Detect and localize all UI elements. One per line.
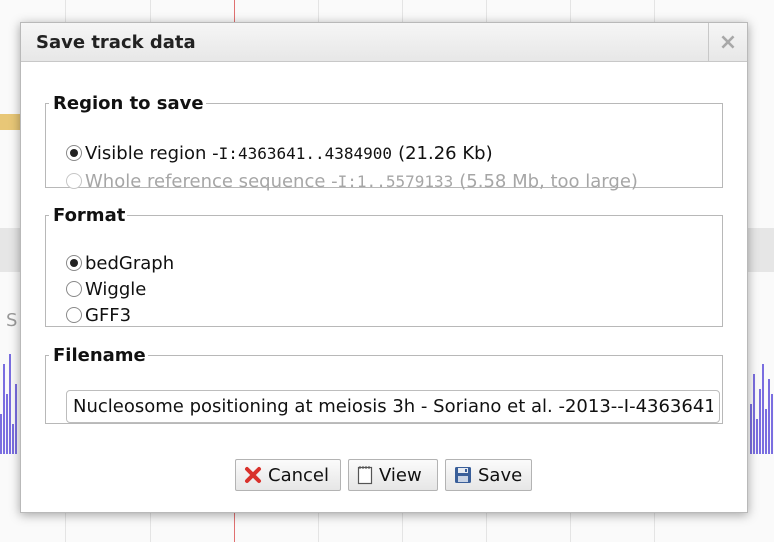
track-label-fragment: S <box>6 310 18 331</box>
region-size: (21.26 Kb) <box>398 142 493 164</box>
region-legend: Region to save <box>53 93 204 114</box>
dialog-titlebar: Save track data × <box>21 23 747 62</box>
filename-legend: Filename <box>53 345 146 366</box>
radio-button[interactable] <box>66 255 82 271</box>
radio-gff3[interactable]: GFF3 <box>66 302 131 328</box>
close-button[interactable]: × <box>708 23 747 61</box>
locus-text: I:1..5579133 <box>337 171 454 191</box>
cancel-icon <box>244 466 262 484</box>
filename-input[interactable] <box>66 390 720 423</box>
filename-fieldset: Filename <box>45 345 723 424</box>
format-legend: Format <box>53 205 126 226</box>
save-track-dialog: Save track data × Region to save Visible… <box>20 22 748 513</box>
option-label: bedGraph <box>85 252 175 274</box>
option-label: Visible region - <box>85 142 219 164</box>
floppy-disk-icon <box>454 466 472 484</box>
region-size: (5.58 Mb, too large) <box>459 170 638 192</box>
radio-whole-reference[interactable]: Whole reference sequence - I:1..5579133 … <box>66 168 638 194</box>
feature-block <box>0 114 22 130</box>
option-label: Wiggle <box>85 278 147 300</box>
dialog-title: Save track data <box>36 32 196 53</box>
option-label: Whole reference sequence - <box>85 170 338 192</box>
radio-button[interactable] <box>66 173 82 189</box>
option-label: GFF3 <box>85 304 132 326</box>
view-label: View <box>379 464 422 486</box>
radio-button[interactable] <box>66 281 82 297</box>
document-icon <box>357 465 373 485</box>
region-fieldset: Region to save Visible region - I:436364… <box>45 93 723 192</box>
view-button[interactable]: View <box>348 459 438 491</box>
format-fieldset: Format bedGraph Wiggle GFF3 <box>45 205 723 327</box>
save-button[interactable]: Save <box>445 459 532 491</box>
close-icon: × <box>718 29 738 55</box>
save-label: Save <box>478 464 523 486</box>
radio-button[interactable] <box>66 307 82 323</box>
cancel-button[interactable]: Cancel <box>235 459 341 491</box>
cancel-label: Cancel <box>268 464 329 486</box>
signal-bars-left <box>0 344 18 454</box>
radio-wiggle[interactable]: Wiggle <box>66 276 146 302</box>
radio-bedgraph[interactable]: bedGraph <box>66 250 174 276</box>
locus-text: I:4363641..4384900 <box>218 143 393 163</box>
radio-button[interactable] <box>66 145 82 161</box>
radio-visible-region[interactable]: Visible region - I:4363641..4384900 (21.… <box>66 140 493 166</box>
signal-bars-right <box>750 344 774 454</box>
